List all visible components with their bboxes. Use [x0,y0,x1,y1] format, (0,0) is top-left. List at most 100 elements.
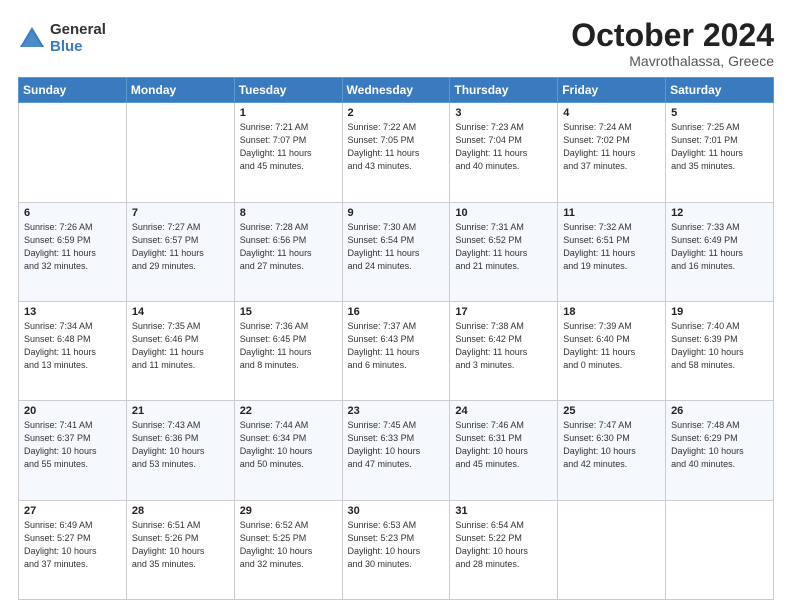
day-number: 23 [348,405,445,417]
day-number: 9 [348,207,445,219]
day-info: Sunrise: 7:33 AM Sunset: 6:49 PM Dayligh… [671,221,768,273]
logo-text: General Blue [50,22,106,55]
day-number: 22 [240,405,337,417]
day-info: Sunrise: 7:32 AM Sunset: 6:51 PM Dayligh… [563,221,660,273]
table-row: 7 Sunrise: 7:27 AM Sunset: 6:57 PM Daylig… [126,202,234,301]
day-info: Sunrise: 7:34 AM Sunset: 6:48 PM Dayligh… [24,320,121,372]
day-info: Sunrise: 7:28 AM Sunset: 6:56 PM Dayligh… [240,221,337,273]
day-number: 6 [24,207,121,219]
table-row: 12 Sunrise: 7:33 AM Sunset: 6:49 PM Dayli… [666,202,774,301]
day-number: 21 [132,405,229,417]
table-row [558,500,666,599]
table-row: 11Sunrise: 7:32 AM Sunset: 6:51 PM Dayli… [558,202,666,301]
day-number: 7 [132,207,229,219]
table-row: 15 Sunrise: 7:36 AM Sunset: 6:45 PM Dayli… [234,301,342,400]
calendar-week-row: 13Sunrise: 7:34 AM Sunset: 6:48 PM Dayli… [19,301,774,400]
day-info: Sunrise: 7:23 AM Sunset: 7:04 PM Dayligh… [455,121,552,173]
table-row: 1 Sunrise: 7:21 AM Sunset: 7:07 PM Daylig… [234,103,342,202]
day-info: Sunrise: 7:41 AM Sunset: 6:37 PM Dayligh… [24,419,121,471]
table-row: 6 Sunrise: 7:26 AM Sunset: 6:59 PM Daylig… [19,202,127,301]
day-info: Sunrise: 7:31 AM Sunset: 6:52 PM Dayligh… [455,221,552,273]
logo-general: General [50,22,106,39]
day-info: Sunrise: 7:26 AM Sunset: 6:59 PM Dayligh… [24,221,121,273]
table-row: 4 Sunrise: 7:24 AM Sunset: 7:02 PM Daylig… [558,103,666,202]
table-row: 13Sunrise: 7:34 AM Sunset: 6:48 PM Dayli… [19,301,127,400]
day-info: Sunrise: 7:43 AM Sunset: 6:36 PM Dayligh… [132,419,229,471]
calendar-week-row: 6 Sunrise: 7:26 AM Sunset: 6:59 PM Daylig… [19,202,774,301]
day-info: Sunrise: 7:36 AM Sunset: 6:45 PM Dayligh… [240,320,337,372]
day-number: 31 [455,505,552,517]
day-number: 5 [671,107,768,119]
logo-blue: Blue [50,39,106,56]
logo-icon [18,25,46,53]
calendar-week-row: 27 Sunrise: 6:49 AM Sunset: 5:27 PM Dayli… [19,500,774,599]
table-row: 30Sunrise: 6:53 AM Sunset: 5:23 PM Dayli… [342,500,450,599]
day-number: 14 [132,306,229,318]
table-row: 20 Sunrise: 7:41 AM Sunset: 6:37 PM Dayli… [19,401,127,500]
day-info: Sunrise: 7:46 AM Sunset: 6:31 PM Dayligh… [455,419,552,471]
day-info: Sunrise: 6:51 AM Sunset: 5:26 PM Dayligh… [132,519,229,571]
day-info: Sunrise: 7:21 AM Sunset: 7:07 PM Dayligh… [240,121,337,173]
day-info: Sunrise: 7:22 AM Sunset: 7:05 PM Dayligh… [348,121,445,173]
title-block: October 2024 Mavrothalassa, Greece [571,18,774,69]
day-number: 19 [671,306,768,318]
table-row: 17Sunrise: 7:38 AM Sunset: 6:42 PM Dayli… [450,301,558,400]
month-title: October 2024 [571,18,774,53]
table-row: 5 Sunrise: 7:25 AM Sunset: 7:01 PM Daylig… [666,103,774,202]
col-friday: Friday [558,78,666,103]
calendar-week-row: 1 Sunrise: 7:21 AM Sunset: 7:07 PM Daylig… [19,103,774,202]
day-number: 18 [563,306,660,318]
table-row: 25 Sunrise: 7:47 AM Sunset: 6:30 PM Dayli… [558,401,666,500]
day-info: Sunrise: 7:40 AM Sunset: 6:39 PM Dayligh… [671,320,768,372]
day-number: 25 [563,405,660,417]
day-number: 1 [240,107,337,119]
day-number: 10 [455,207,552,219]
calendar-week-row: 20 Sunrise: 7:41 AM Sunset: 6:37 PM Dayli… [19,401,774,500]
day-number: 29 [240,505,337,517]
day-info: Sunrise: 7:24 AM Sunset: 7:02 PM Dayligh… [563,121,660,173]
day-info: Sunrise: 7:35 AM Sunset: 6:46 PM Dayligh… [132,320,229,372]
day-number: 3 [455,107,552,119]
table-row: 22Sunrise: 7:44 AM Sunset: 6:34 PM Dayli… [234,401,342,500]
day-info: Sunrise: 6:49 AM Sunset: 5:27 PM Dayligh… [24,519,121,571]
header: General Blue October 2024 Mavrothalassa,… [18,18,774,69]
day-number: 8 [240,207,337,219]
day-info: Sunrise: 7:47 AM Sunset: 6:30 PM Dayligh… [563,419,660,471]
col-monday: Monday [126,78,234,103]
day-number: 20 [24,405,121,417]
table-row: 26 Sunrise: 7:48 AM Sunset: 6:29 PM Dayli… [666,401,774,500]
day-info: Sunrise: 7:48 AM Sunset: 6:29 PM Dayligh… [671,419,768,471]
day-number: 15 [240,306,337,318]
day-info: Sunrise: 6:52 AM Sunset: 5:25 PM Dayligh… [240,519,337,571]
col-sunday: Sunday [19,78,127,103]
weekday-header-row: Sunday Monday Tuesday Wednesday Thursday… [19,78,774,103]
logo: General Blue [18,22,106,55]
table-row: 2 Sunrise: 7:22 AM Sunset: 7:05 PM Daylig… [342,103,450,202]
table-row: 31Sunrise: 6:54 AM Sunset: 5:22 PM Dayli… [450,500,558,599]
day-info: Sunrise: 7:37 AM Sunset: 6:43 PM Dayligh… [348,320,445,372]
calendar-page: General Blue October 2024 Mavrothalassa,… [0,0,792,612]
col-wednesday: Wednesday [342,78,450,103]
table-row: 3 Sunrise: 7:23 AM Sunset: 7:04 PM Daylig… [450,103,558,202]
table-row: 27 Sunrise: 6:49 AM Sunset: 5:27 PM Dayli… [19,500,127,599]
table-row: 24Sunrise: 7:46 AM Sunset: 6:31 PM Dayli… [450,401,558,500]
day-number: 28 [132,505,229,517]
table-row [126,103,234,202]
col-tuesday: Tuesday [234,78,342,103]
day-number: 16 [348,306,445,318]
day-number: 2 [348,107,445,119]
day-info: Sunrise: 6:53 AM Sunset: 5:23 PM Dayligh… [348,519,445,571]
day-info: Sunrise: 7:27 AM Sunset: 6:57 PM Dayligh… [132,221,229,273]
day-number: 27 [24,505,121,517]
day-info: Sunrise: 7:45 AM Sunset: 6:33 PM Dayligh… [348,419,445,471]
table-row: 16 Sunrise: 7:37 AM Sunset: 6:43 PM Dayli… [342,301,450,400]
day-number: 17 [455,306,552,318]
day-number: 4 [563,107,660,119]
day-number: 26 [671,405,768,417]
table-row: 18Sunrise: 7:39 AM Sunset: 6:40 PM Dayli… [558,301,666,400]
table-row: 23 Sunrise: 7:45 AM Sunset: 6:33 PM Dayli… [342,401,450,500]
col-saturday: Saturday [666,78,774,103]
day-info: Sunrise: 7:25 AM Sunset: 7:01 PM Dayligh… [671,121,768,173]
day-number: 12 [671,207,768,219]
calendar-table: Sunday Monday Tuesday Wednesday Thursday… [18,77,774,600]
